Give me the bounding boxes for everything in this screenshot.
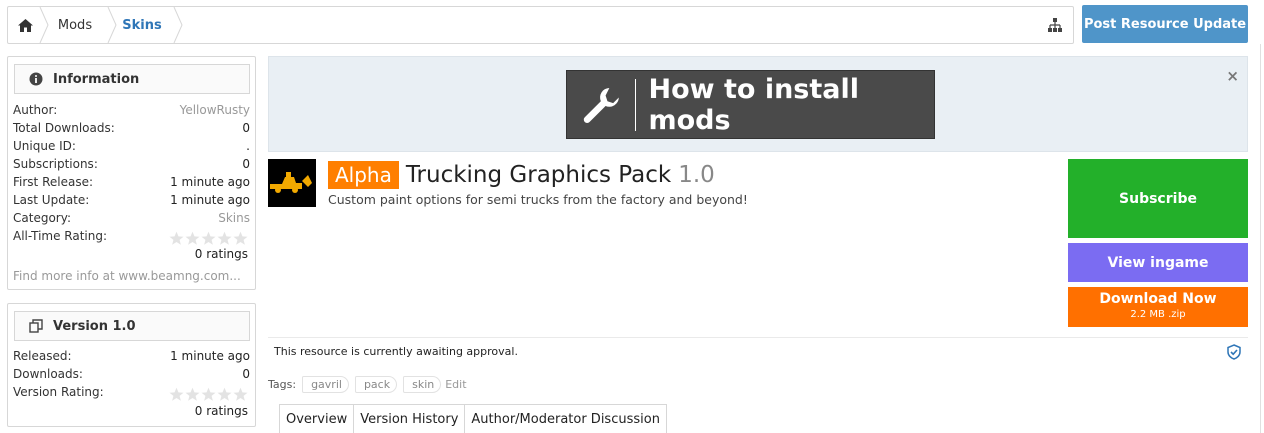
resource-title-line: Alpha Trucking Graphics Pack 1.0: [328, 160, 715, 190]
info-value: 1 minute ago: [170, 193, 250, 207]
tag-pack[interactable]: pack: [354, 376, 398, 393]
info-row-author: Author: YellowRusty: [13, 101, 250, 119]
banner-divider: [634, 78, 637, 131]
version-header: Version 1.0: [14, 311, 250, 341]
info-row-first-release: First Release: 1 minute ago: [13, 173, 250, 191]
shield-check-icon[interactable]: [1226, 344, 1242, 360]
information-title: Information: [53, 71, 140, 87]
tags-label: Tags:: [268, 378, 297, 391]
info-value: 1 minute ago: [170, 175, 250, 189]
tab-discussion[interactable]: Author/Moderator Discussion: [464, 404, 667, 433]
download-label: Download Now: [1099, 291, 1217, 307]
breadcrumb: Mods Skins: [7, 6, 1074, 44]
tab-overview[interactable]: Overview: [279, 404, 355, 433]
info-label: Total Downloads:: [13, 121, 115, 135]
alpha-badge: Alpha: [328, 161, 399, 189]
tab-version-history[interactable]: Version History: [353, 404, 466, 433]
info-icon: [29, 72, 43, 86]
info-label: Author:: [13, 103, 58, 117]
info-label: Unique ID:: [13, 139, 76, 153]
star-icon[interactable]: [185, 387, 200, 402]
wrench-icon: [583, 87, 619, 123]
sitemap-icon[interactable]: [1047, 17, 1063, 33]
info-value: 0: [242, 121, 250, 135]
info-row-unique-id: Unique ID: .: [13, 137, 250, 155]
version-rating-stars[interactable]: [169, 387, 248, 402]
tags-row: Tags: gavril pack skin Edit: [268, 376, 467, 393]
download-now-button[interactable]: Download Now 2.2 MB .zip: [1068, 287, 1248, 327]
breadcrumb-item-skins[interactable]: Skins: [108, 7, 176, 43]
tag-gavril[interactable]: gavril: [302, 376, 349, 393]
tag-skin[interactable]: skin: [403, 376, 442, 393]
approval-notice: This resource is currently awaiting appr…: [268, 337, 1248, 365]
star-icon[interactable]: [201, 231, 216, 246]
star-icon[interactable]: [217, 387, 232, 402]
star-icon[interactable]: [185, 231, 200, 246]
breadcrumb-separator: [172, 7, 184, 43]
home-icon: [17, 18, 33, 32]
info-value: .: [246, 139, 250, 153]
info-label: Last Update:: [13, 193, 90, 207]
breadcrumb-home[interactable]: [8, 7, 42, 43]
post-resource-update-button[interactable]: Post Resource Update: [1082, 5, 1248, 43]
download-meta: 2.2 MB .zip: [1130, 309, 1186, 320]
version-panel: Version 1.0 Released: 1 minute ago Downl…: [7, 303, 256, 427]
category-link[interactable]: Skins: [218, 211, 250, 225]
star-icon[interactable]: [201, 387, 216, 402]
version-row-downloads: Downloads: 0: [13, 365, 250, 383]
banner-text: How to install mods: [648, 73, 860, 136]
info-row-last-update: Last Update: 1 minute ago: [13, 191, 250, 209]
version-value: 1 minute ago: [170, 349, 250, 363]
find-more-link[interactable]: Find more info at www.beamng.com...: [13, 269, 241, 283]
star-icon[interactable]: [233, 231, 248, 246]
copy-icon: [29, 319, 43, 333]
rating-count: 0 ratings: [194, 247, 248, 261]
version-title: Version 1.0: [53, 318, 136, 334]
info-row-subscriptions: Subscriptions: 0: [13, 155, 250, 173]
view-ingame-button[interactable]: View ingame: [1068, 243, 1248, 282]
install-guide-banner: How to install mods ×: [268, 56, 1248, 152]
info-row-total-downloads: Total Downloads: 0: [13, 119, 250, 137]
page-edge-divider: [1260, 44, 1261, 433]
information-header: Information: [14, 64, 250, 94]
version-value: 0: [242, 367, 250, 381]
info-value: 0: [242, 157, 250, 171]
info-label: First Release:: [13, 175, 93, 189]
version-row-released: Released: 1 minute ago: [13, 347, 250, 365]
info-label: All-Time Rating:: [13, 229, 108, 243]
resource-tagline: Custom paint options for semi trucks fro…: [328, 192, 748, 207]
resource-title: Trucking Graphics Pack: [405, 162, 672, 188]
subscribe-button[interactable]: Subscribe: [1068, 159, 1248, 238]
resource-version: 1.0: [678, 162, 715, 188]
edit-tags-link[interactable]: Edit: [445, 378, 466, 391]
version-rating-count: 0 ratings: [194, 404, 248, 418]
star-icon[interactable]: [217, 231, 232, 246]
information-panel: Information Author: YellowRusty Total Do…: [7, 56, 256, 290]
star-icon[interactable]: [169, 231, 184, 246]
info-label: Category:: [13, 211, 71, 225]
version-label: Released:: [13, 349, 72, 363]
author-link[interactable]: YellowRusty: [180, 103, 250, 117]
resource-thumbnail: [268, 159, 316, 207]
info-row-category: Category: Skins: [13, 209, 250, 227]
resource-tabs: Overview Version History Author/Moderato…: [279, 404, 667, 433]
version-label: Version Rating:: [13, 385, 104, 399]
rating-stars[interactable]: [169, 231, 248, 246]
info-label: Subscriptions:: [13, 157, 98, 171]
star-icon[interactable]: [233, 387, 248, 402]
star-icon[interactable]: [169, 387, 184, 402]
close-icon[interactable]: ×: [1226, 67, 1239, 85]
breadcrumb-item-mods[interactable]: Mods: [42, 7, 108, 43]
how-to-install-link[interactable]: How to install mods: [566, 70, 935, 139]
version-label: Downloads:: [13, 367, 83, 381]
approval-text: This resource is currently awaiting appr…: [274, 345, 518, 358]
